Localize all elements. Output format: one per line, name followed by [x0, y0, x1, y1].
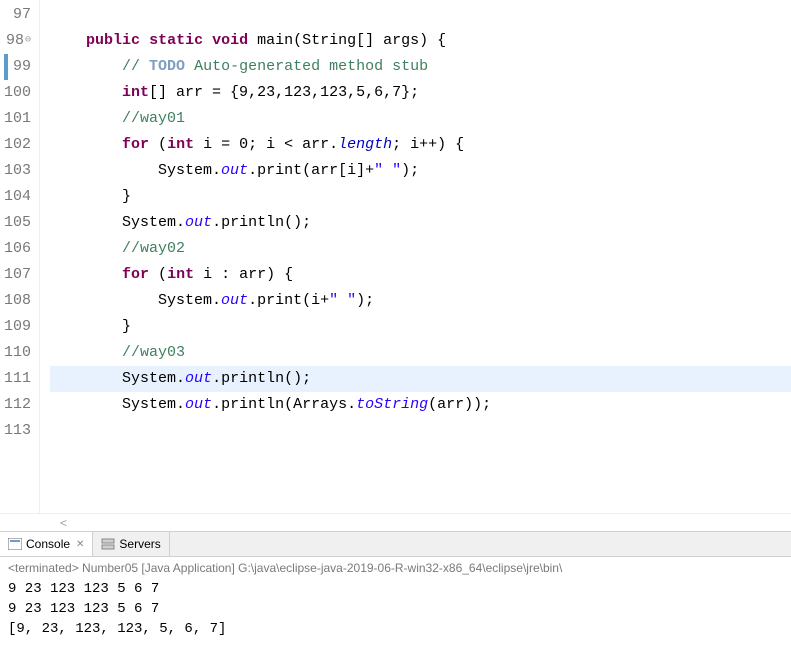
line-number: 108: [4, 288, 31, 314]
code-line[interactable]: System.out.println(Arrays.toString(arr))…: [50, 392, 791, 418]
horizontal-scroll-stub[interactable]: <: [0, 513, 791, 531]
console-line: 9 23 123 123 5 6 7: [8, 579, 783, 599]
code-line[interactable]: }: [50, 184, 791, 210]
line-number: 113: [4, 418, 31, 444]
line-number: 101: [4, 106, 31, 132]
close-icon[interactable]: ✕: [76, 539, 84, 550]
code-line[interactable]: //way02: [50, 236, 791, 262]
tab-servers-label: Servers: [119, 537, 160, 551]
line-number: 111: [4, 366, 31, 392]
code-line[interactable]: for (int i : arr) {: [50, 262, 791, 288]
code-line[interactable]: //way01: [50, 106, 791, 132]
line-number: 110: [4, 340, 31, 366]
tab-console-label: Console: [26, 537, 70, 551]
line-number: 99: [4, 54, 31, 80]
line-number: 107: [4, 262, 31, 288]
tab-console[interactable]: Console ✕: [0, 532, 93, 556]
line-number: 103: [4, 158, 31, 184]
code-line[interactable]: int[] arr = {9,23,123,123,5,6,7};: [50, 80, 791, 106]
tab-servers[interactable]: Servers: [93, 532, 169, 556]
line-number: 102: [4, 132, 31, 158]
code-line[interactable]: public static void main(String[] args) {: [50, 28, 791, 54]
console-icon: [8, 538, 22, 550]
line-number: 104: [4, 184, 31, 210]
code-line[interactable]: System.out.println();: [50, 366, 791, 392]
code-line[interactable]: //way03: [50, 340, 791, 366]
code-line[interactable]: System.out.print(i+" ");: [50, 288, 791, 314]
code-line[interactable]: for (int i = 0; i < arr.length; i++) {: [50, 132, 791, 158]
bottom-view-tabs: Console ✕ Servers: [0, 531, 791, 557]
line-number-gutter: 9798⊖99100101102103104105106107108109110…: [0, 0, 40, 513]
line-number: 106: [4, 236, 31, 262]
code-line[interactable]: // TODO Auto-generated method stub: [50, 54, 791, 80]
code-line[interactable]: System.out.println();: [50, 210, 791, 236]
code-editor[interactable]: 9798⊖99100101102103104105106107108109110…: [0, 0, 791, 513]
console-panel: <terminated> Number05 [Java Application]…: [0, 557, 791, 651]
code-content[interactable]: public static void main(String[] args) {…: [40, 0, 791, 513]
code-line[interactable]: [50, 418, 791, 444]
line-number: 109: [4, 314, 31, 340]
line-number: 112: [4, 392, 31, 418]
console-status: <terminated> Number05 [Java Application]…: [8, 559, 783, 579]
line-number: 97: [4, 2, 31, 28]
code-line[interactable]: [50, 2, 791, 28]
code-line[interactable]: }: [50, 314, 791, 340]
line-number: 100: [4, 80, 31, 106]
line-number: 98⊖: [4, 28, 31, 54]
scroll-left-icon[interactable]: <: [60, 516, 67, 530]
line-number: 105: [4, 210, 31, 236]
code-line[interactable]: System.out.print(arr[i]+" ");: [50, 158, 791, 184]
console-output[interactable]: 9 23 123 123 5 6 7 9 23 123 123 5 6 7 [9…: [8, 579, 783, 639]
servers-icon: [101, 538, 115, 550]
console-line: [9, 23, 123, 123, 5, 6, 7]: [8, 619, 783, 639]
console-line: 9 23 123 123 5 6 7: [8, 599, 783, 619]
